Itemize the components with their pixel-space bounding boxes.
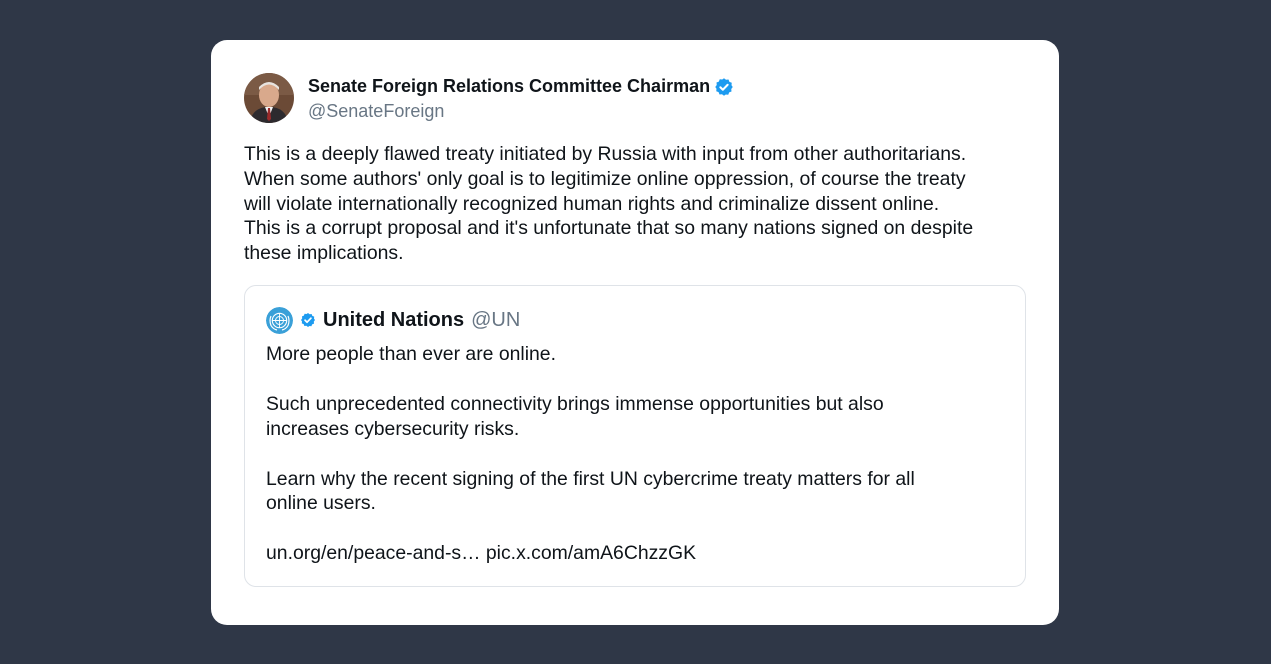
verified-badge-icon bbox=[300, 312, 316, 328]
name-row: Senate Foreign Relations Committee Chair… bbox=[308, 75, 734, 99]
author-info: Senate Foreign Relations Committee Chair… bbox=[308, 75, 734, 122]
quoted-author-display-name[interactable]: United Nations bbox=[323, 309, 464, 332]
verified-badge-icon bbox=[714, 77, 734, 97]
tweet-header: Senate Foreign Relations Committee Chair… bbox=[244, 73, 734, 123]
senator-portrait-icon bbox=[244, 73, 294, 123]
quoted-tweet[interactable]: United Nations @UN More people than ever… bbox=[244, 285, 1026, 587]
quoted-tweet-header: United Nations @UN bbox=[266, 306, 520, 334]
avatar[interactable] bbox=[244, 73, 294, 123]
un-emblem-icon[interactable] bbox=[266, 306, 293, 334]
quoted-author-handle[interactable]: @UN bbox=[471, 309, 520, 332]
quoted-tweet-text: More people than ever are online. Such u… bbox=[266, 343, 915, 565]
author-display-name[interactable]: Senate Foreign Relations Committee Chair… bbox=[308, 76, 710, 97]
author-handle[interactable]: @SenateForeign bbox=[308, 101, 734, 122]
tweet-text: This is a deeply flawed treaty initiated… bbox=[244, 143, 974, 265]
tweet-card: Senate Foreign Relations Committee Chair… bbox=[211, 40, 1059, 625]
